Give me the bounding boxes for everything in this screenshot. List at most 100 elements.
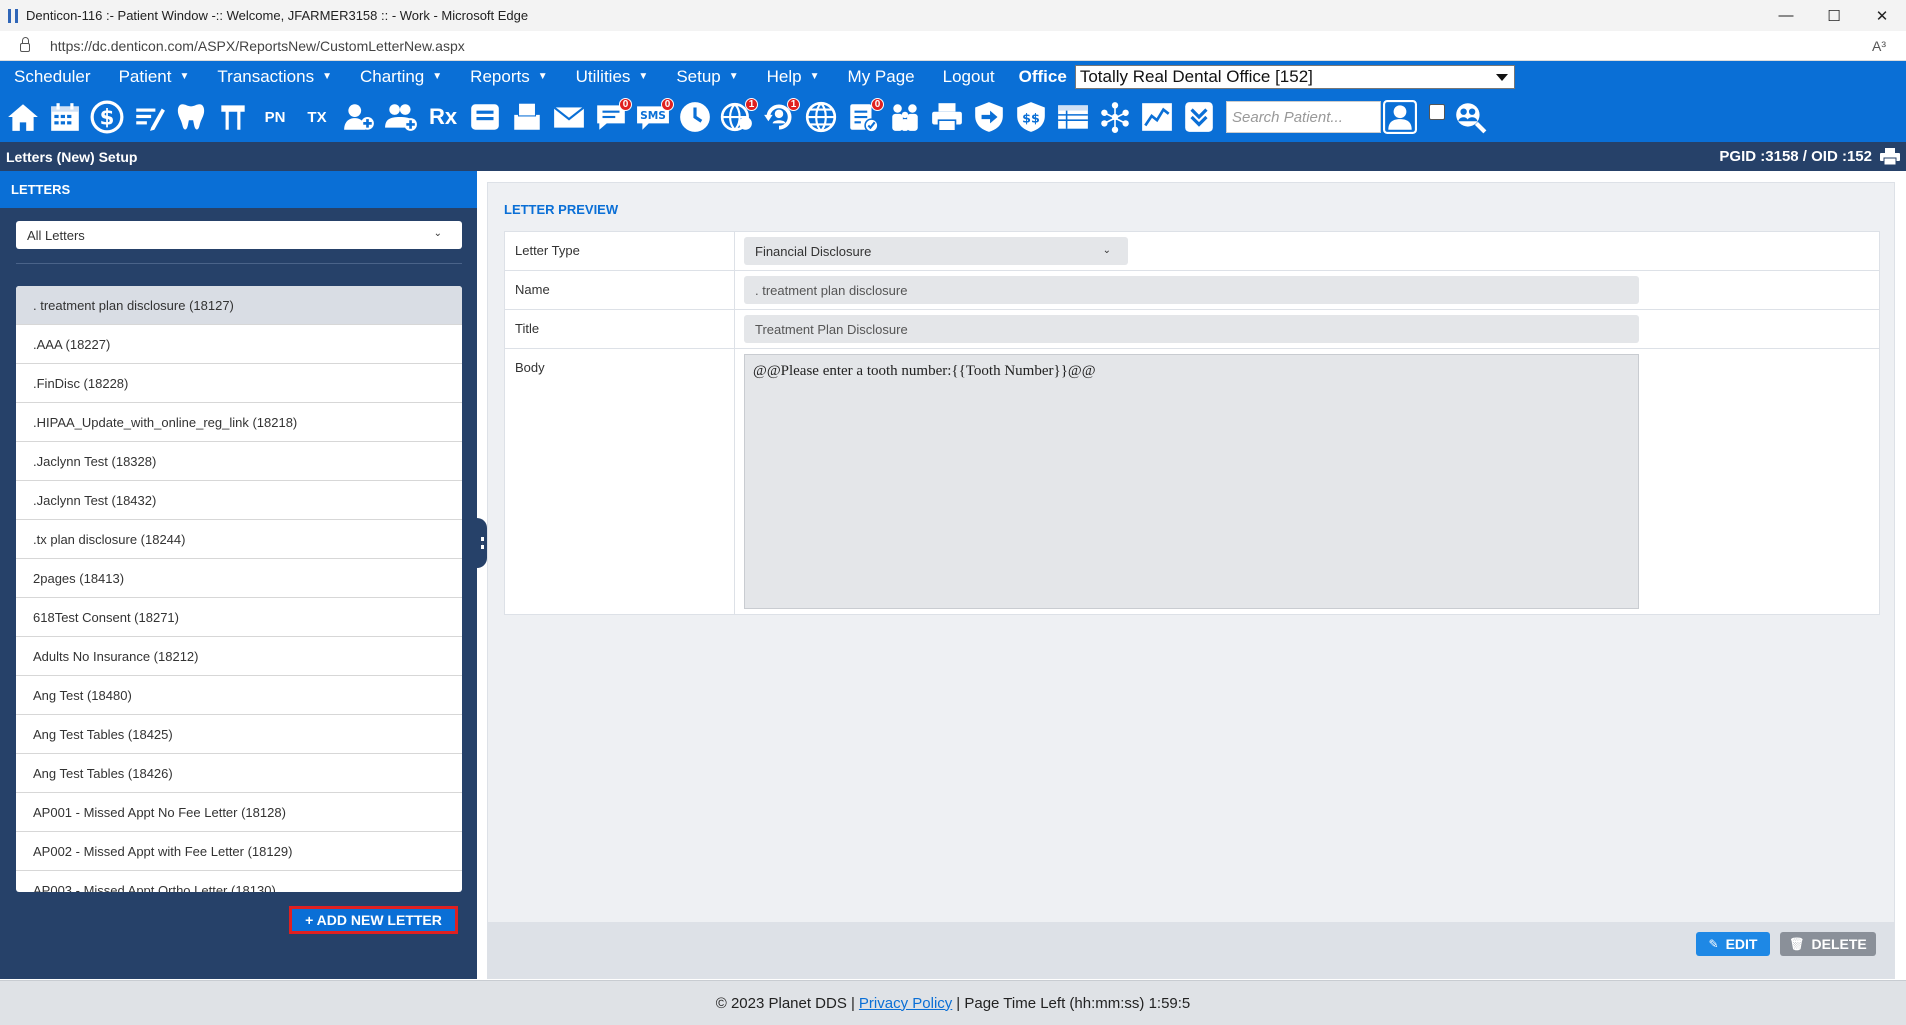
sms-badge: 0: [661, 98, 674, 111]
address-bar[interactable]: https://dc.denticon.com/ASPX/ReportsNew/…: [0, 31, 1906, 61]
office-select-value: Totally Real Dental Office [152]: [1079, 66, 1313, 86]
letter-list-item[interactable]: Ang Test Tables (18425): [16, 715, 462, 754]
insurance-dollar-icon[interactable]: $$: [1012, 98, 1050, 136]
document-print-icon[interactable]: [508, 98, 546, 136]
letter-list-item[interactable]: 618Test Consent (18271): [16, 598, 462, 637]
letter-list-item[interactable]: AP003 - Missed Appt Ortho Letter (18130): [16, 871, 462, 893]
nav-scheduler[interactable]: Scheduler: [0, 61, 105, 92]
download-chevron-icon[interactable]: [1180, 98, 1218, 136]
delete-label: DELETE: [1811, 936, 1867, 952]
letters-header-label: LETTERS: [11, 182, 71, 197]
letter-type-select[interactable]: Financial Disclosure ⌄: [744, 237, 1128, 265]
name-row: Name . treatment plan disclosure: [505, 271, 1879, 310]
nav-setup[interactable]: Setup ▼: [662, 61, 752, 92]
nav-help[interactable]: Help ▼: [753, 61, 834, 92]
recall-icon[interactable]: 1: [760, 98, 800, 136]
letter-list-item[interactable]: AP002 - Missed Appt with Fee Letter (181…: [16, 832, 462, 871]
chevron-down-icon: ⌄: [1102, 245, 1111, 256]
prescription-icon[interactable]: Rx: [424, 98, 462, 136]
globe-user-badge: 1: [745, 98, 758, 111]
caret-down-icon: ▼: [809, 71, 820, 82]
tooth-icon[interactable]: [172, 98, 210, 136]
grip-dots-icon: [480, 537, 484, 549]
title-label: Title: [505, 310, 735, 348]
search-patient-input[interactable]: Search Patient...: [1226, 101, 1381, 133]
dollar-icon[interactable]: $: [88, 98, 126, 136]
shield-arrow-icon[interactable]: [970, 98, 1008, 136]
home-icon[interactable]: [4, 98, 42, 136]
treatment-notes-icon[interactable]: [130, 98, 168, 136]
nav-my-page[interactable]: My Page: [834, 61, 929, 92]
title-row: Title Treatment Plan Disclosure: [505, 310, 1879, 349]
messages-icon[interactable]: 0: [592, 98, 632, 136]
notes-icon[interactable]: [466, 98, 504, 136]
progress-notes-icon[interactable]: PN: [256, 98, 294, 136]
patient-search-icon[interactable]: [1381, 98, 1419, 136]
calendar-icon[interactable]: [46, 98, 84, 136]
clock-icon[interactable]: [676, 98, 714, 136]
close-window-button[interactable]: ✕: [1858, 0, 1906, 31]
nav-utilities[interactable]: Utilities ▼: [562, 61, 663, 92]
url-text[interactable]: https://dc.denticon.com/ASPX/ReportsNew/…: [50, 38, 465, 54]
nav-reports[interactable]: Reports ▼: [456, 61, 561, 92]
letter-list-item[interactable]: . treatment plan disclosure (18127): [16, 286, 462, 325]
print-page-icon[interactable]: [1880, 148, 1900, 165]
letter-list-item[interactable]: .Jaclynn Test (18432): [16, 481, 462, 520]
analytics-chart-icon[interactable]: [1138, 98, 1176, 136]
denticon-app-icon: [8, 8, 18, 23]
letters-list[interactable]: . treatment plan disclosure (18127) .AAA…: [16, 286, 462, 892]
sidebar-collapse-handle[interactable]: [477, 518, 487, 568]
web-globe-icon[interactable]: [802, 98, 840, 136]
title-field[interactable]: Treatment Plan Disclosure: [744, 315, 1639, 343]
body-textarea[interactable]: @@Please enter a tooth number:{{Tooth Nu…: [744, 354, 1639, 609]
letter-list-item[interactable]: .FinDisc (18228): [16, 364, 462, 403]
sms-icon[interactable]: SMS 0: [634, 98, 674, 136]
family-icon[interactable]: [886, 98, 924, 136]
toolbar-checkbox[interactable]: [1429, 104, 1445, 120]
recall-badge: 1: [787, 98, 800, 111]
letter-list-item[interactable]: Adults No Insurance (18212): [16, 637, 462, 676]
nav-charting[interactable]: Charting ▼: [346, 61, 456, 92]
letter-list-item[interactable]: .HIPAA_Update_with_online_reg_link (1821…: [16, 403, 462, 442]
group-search-icon[interactable]: [1451, 98, 1489, 136]
letter-list-item[interactable]: Ang Test (18480): [16, 676, 462, 715]
edit-button[interactable]: ✎ EDIT: [1696, 932, 1770, 956]
dropdown-arrow-icon: [1495, 73, 1508, 81]
letter-list-item[interactable]: AP001 - Missed Appt No Fee Letter (18128…: [16, 793, 462, 832]
add-patient-icon[interactable]: [340, 98, 378, 136]
caret-down-icon: ▼: [638, 71, 649, 82]
body-row: Body @@Please enter a tooth number:{{Too…: [505, 349, 1879, 614]
letters-filter-select[interactable]: All Letters ⌄: [16, 221, 462, 249]
letter-list-item[interactable]: .tx plan disclosure (18244): [16, 520, 462, 559]
page-header: Letters (New) Setup PGID :3158 / OID :15…: [0, 142, 1906, 171]
letter-preview-panel: LETTER PREVIEW Letter Type Financial Dis…: [487, 182, 1895, 979]
checklist-icon[interactable]: 0: [844, 98, 884, 136]
globe-user-icon[interactable]: 1: [718, 98, 758, 136]
network-icon[interactable]: [1096, 98, 1134, 136]
printer-icon[interactable]: [928, 98, 966, 136]
letters-sidebar: LETTERS All Letters ⌄ . treatment plan d…: [0, 171, 477, 979]
privacy-policy-link[interactable]: Privacy Policy: [859, 995, 952, 1012]
delete-button[interactable]: 🗑 DELETE: [1780, 932, 1876, 956]
mail-icon[interactable]: [550, 98, 588, 136]
nav-transactions[interactable]: Transactions ▼: [203, 61, 346, 92]
main-nav: Scheduler Patient ▼ Transactions ▼ Chartin…: [0, 61, 1906, 92]
family-add-icon[interactable]: [382, 98, 420, 136]
add-new-letter-button[interactable]: + ADD NEW LETTER: [289, 906, 458, 934]
minimize-button[interactable]: —: [1762, 0, 1810, 31]
nav-patient[interactable]: Patient ▼: [105, 61, 204, 92]
body-label: Body: [505, 349, 735, 614]
letter-list-item[interactable]: .AAA (18227): [16, 325, 462, 364]
ledger-icon[interactable]: [1054, 98, 1092, 136]
read-aloud-icon[interactable]: A³: [1872, 38, 1886, 54]
nav-logout[interactable]: Logout: [929, 61, 1009, 92]
treatment-plan-icon[interactable]: TX: [298, 98, 336, 136]
office-select[interactable]: Totally Real Dental Office [152]: [1074, 64, 1515, 89]
name-field[interactable]: . treatment plan disclosure: [744, 276, 1639, 304]
implant-icon[interactable]: [214, 98, 252, 136]
maximize-button[interactable]: ☐: [1810, 0, 1858, 31]
letter-list-item[interactable]: Ang Test Tables (18426): [16, 754, 462, 793]
rx-label: Rx: [428, 104, 458, 129]
letter-list-item[interactable]: 2pages (18413): [16, 559, 462, 598]
letter-list-item[interactable]: .Jaclynn Test (18328): [16, 442, 462, 481]
